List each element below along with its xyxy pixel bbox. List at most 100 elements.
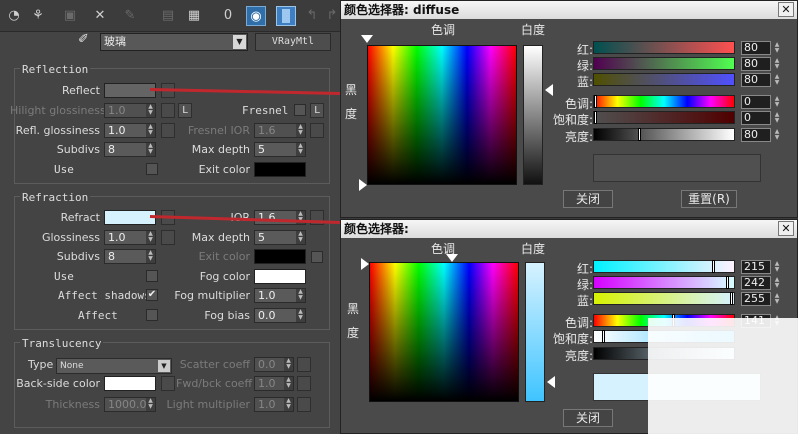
glossiness-spinner[interactable]: 1.0 ▲ ▼ bbox=[104, 230, 156, 245]
picker1-close-button[interactable]: 关闭 bbox=[563, 190, 613, 208]
max-depth-spinner[interactable]: 5 ▲ ▼ bbox=[254, 142, 306, 157]
picker1-sat-knob[interactable] bbox=[594, 111, 597, 124]
affect-checkbox[interactable] bbox=[146, 309, 158, 321]
show-end-result-icon[interactable] bbox=[276, 6, 296, 26]
spinner-arrows-icon[interactable]: ▲▼ bbox=[146, 104, 155, 117]
picker2-blue-input[interactable]: 255 ▲ ▼ bbox=[741, 292, 779, 306]
chevron-down-icon[interactable]: ▼ bbox=[158, 360, 170, 372]
show-map-icon[interactable]: ◉ bbox=[246, 6, 266, 26]
spinner-arrows-icon[interactable]: ▲▼ bbox=[296, 124, 305, 137]
translucency-type-dropdown[interactable]: None ▼ bbox=[56, 358, 172, 374]
make-unique-icon[interactable]: ✎ bbox=[120, 6, 140, 26]
spinner-arrows-icon[interactable]: ▲▼ bbox=[146, 250, 155, 263]
spinner-arrows-icon[interactable]: ▲▼ bbox=[296, 289, 305, 302]
fresnel-checkbox[interactable] bbox=[294, 104, 306, 116]
picker1-bright-slider[interactable] bbox=[593, 128, 735, 141]
picker2-blue-knob[interactable] bbox=[730, 292, 733, 305]
refl-glossiness-spinner[interactable]: 1.0 ▲ ▼ bbox=[104, 123, 156, 138]
spinner-arrows-icon[interactable]: ▲▼ bbox=[146, 398, 155, 411]
picker2-hue-field[interactable] bbox=[369, 262, 519, 402]
spinner-arrows-icon[interactable]: ▲▼ bbox=[772, 129, 782, 141]
scatter-coeff-spinner[interactable]: 0.0 ▲ ▼ bbox=[254, 357, 294, 372]
picker1-bright-knob[interactable] bbox=[638, 128, 641, 141]
picker2-red-input[interactable]: 215 ▲ ▼ bbox=[741, 260, 779, 274]
picker1-sat-input[interactable]: 0 ▲ ▼ bbox=[741, 111, 779, 125]
reset-icon[interactable]: ▣ bbox=[60, 6, 80, 26]
hilight-glossiness-spinner[interactable]: 1.0 ▲ ▼ bbox=[104, 103, 156, 118]
spinner-arrows-icon[interactable]: ▲▼ bbox=[772, 58, 782, 70]
picker2-blue-slider[interactable] bbox=[593, 292, 735, 305]
refr-max-depth-spinner[interactable]: 5 ▲ ▼ bbox=[254, 230, 306, 245]
picker1-reset-button[interactable]: 重置(R) bbox=[681, 190, 737, 208]
spinner-arrows-icon[interactable]: ▲▼ bbox=[284, 358, 293, 371]
hilight-map-button[interactable] bbox=[161, 103, 175, 118]
material-id-icon[interactable]: ▦ bbox=[184, 6, 204, 26]
picker1-hue-marker[interactable] bbox=[361, 35, 373, 43]
refract-color-swatch[interactable] bbox=[104, 210, 156, 225]
picker1-hue-field[interactable] bbox=[367, 45, 517, 185]
picker1-hue-input[interactable]: 0 ▲ ▼ bbox=[741, 95, 779, 109]
picker2-green-input[interactable]: 242 ▲ ▼ bbox=[741, 276, 779, 290]
put-library-icon[interactable]: ▤ bbox=[158, 6, 178, 26]
eyedropper-icon[interactable]: ✐ bbox=[78, 32, 89, 47]
picker2-red-slider[interactable] bbox=[593, 260, 735, 273]
picker1-blue-slider[interactable] bbox=[593, 73, 735, 86]
spinner-arrows-icon[interactable]: ▲▼ bbox=[296, 143, 305, 156]
spinner-arrows-icon[interactable]: ▲▼ bbox=[284, 377, 293, 390]
spinner-arrows-icon[interactable]: ▲▼ bbox=[772, 74, 782, 86]
close-icon[interactable]: ✕ bbox=[778, 221, 794, 236]
scatter-map-button[interactable] bbox=[297, 357, 311, 372]
spinner-arrows-icon[interactable]: ▲▼ bbox=[284, 398, 293, 411]
spinner-arrows-icon[interactable]: ▲▼ bbox=[772, 261, 782, 273]
spinner-arrows-icon[interactable]: ▲▼ bbox=[296, 309, 305, 322]
exit-color-swatch[interactable] bbox=[254, 162, 306, 177]
chevron-down-icon[interactable]: ▼ bbox=[233, 35, 246, 49]
assign-icon[interactable]: ⚘ bbox=[28, 6, 48, 26]
picker2-whiteness-marker[interactable] bbox=[547, 376, 555, 388]
picker1-red-slider[interactable] bbox=[593, 41, 735, 54]
picker1-blue-input[interactable]: 80 ▲ ▼ bbox=[741, 73, 779, 87]
light-mult-map-button[interactable] bbox=[297, 397, 311, 412]
picker1-green-input[interactable]: 80 ▲ ▼ bbox=[741, 57, 779, 71]
delete-icon[interactable]: ✕ bbox=[90, 6, 110, 26]
refr-exit-color-swatch[interactable] bbox=[254, 249, 306, 264]
picker1-red-input[interactable]: 80 ▲ ▼ bbox=[741, 41, 779, 55]
hilight-lock-button[interactable]: L bbox=[178, 103, 192, 118]
spinner-arrows-icon[interactable]: ▲▼ bbox=[772, 96, 782, 108]
spinner-arrows-icon[interactable]: ▲▼ bbox=[146, 124, 155, 137]
picker2-close-button[interactable]: 关闭 bbox=[563, 409, 613, 427]
fwd-bck-coeff-spinner[interactable]: 1.0 ▲ ▼ bbox=[254, 376, 294, 391]
picker1-bright-input[interactable]: 80 ▲ ▼ bbox=[741, 128, 779, 142]
spinner-arrows-icon[interactable]: ▲▼ bbox=[146, 231, 155, 244]
refl-glossiness-map-button[interactable] bbox=[161, 123, 175, 138]
ior-spinner[interactable]: 1.6▲▼ bbox=[254, 210, 306, 225]
fog-color-swatch[interactable] bbox=[254, 269, 306, 284]
picker2-blackness-marker[interactable] bbox=[361, 258, 369, 270]
fog-bias-spinner[interactable]: 0.0 ▲ ▼ bbox=[254, 308, 306, 323]
refr-use-checkbox[interactable] bbox=[146, 270, 158, 282]
refr-subdivs-spinner[interactable]: 8 ▲ ▼ bbox=[104, 249, 156, 264]
picker2-red-knob[interactable] bbox=[712, 260, 715, 273]
fresnel-ior-map-button[interactable] bbox=[310, 123, 324, 138]
fog-multiplier-spinner[interactable]: 1.0 ▲ ▼ bbox=[254, 288, 306, 303]
fresnel-lock-button[interactable]: L bbox=[310, 103, 324, 118]
material-type-button[interactable]: VRayMtl bbox=[255, 33, 331, 51]
reflect-color-swatch[interactable] bbox=[104, 83, 156, 98]
spinner-arrows-icon[interactable]: ▲▼ bbox=[146, 143, 155, 156]
close-icon[interactable]: ✕ bbox=[778, 2, 794, 17]
affect-shadows-checkbox[interactable]: ✔ bbox=[146, 289, 158, 301]
go-parent-icon[interactable]: ↰ bbox=[302, 6, 322, 26]
picker1-blackness-marker[interactable] bbox=[359, 179, 367, 191]
fwd-bck-map-button[interactable] bbox=[297, 376, 311, 391]
light-multiplier-spinner[interactable]: 1.0 ▲ ▼ bbox=[254, 397, 294, 412]
picker2-hue-marker[interactable] bbox=[446, 254, 458, 262]
material-name-field[interactable]: 玻璃 ▼ bbox=[100, 33, 248, 51]
go-sibling-icon[interactable]: ↱ bbox=[322, 6, 342, 26]
picker2-green-knob[interactable] bbox=[726, 276, 729, 289]
spinner-arrows-icon[interactable]: ▲▼ bbox=[772, 42, 782, 54]
spinner-arrows-icon[interactable]: ▲▼ bbox=[772, 277, 782, 289]
picker1-hue-knob[interactable] bbox=[594, 95, 597, 108]
back-side-map-button[interactable] bbox=[161, 376, 175, 391]
spinner-arrows-icon[interactable]: ▲▼ bbox=[772, 112, 782, 124]
glossiness-map-button[interactable] bbox=[161, 230, 175, 245]
